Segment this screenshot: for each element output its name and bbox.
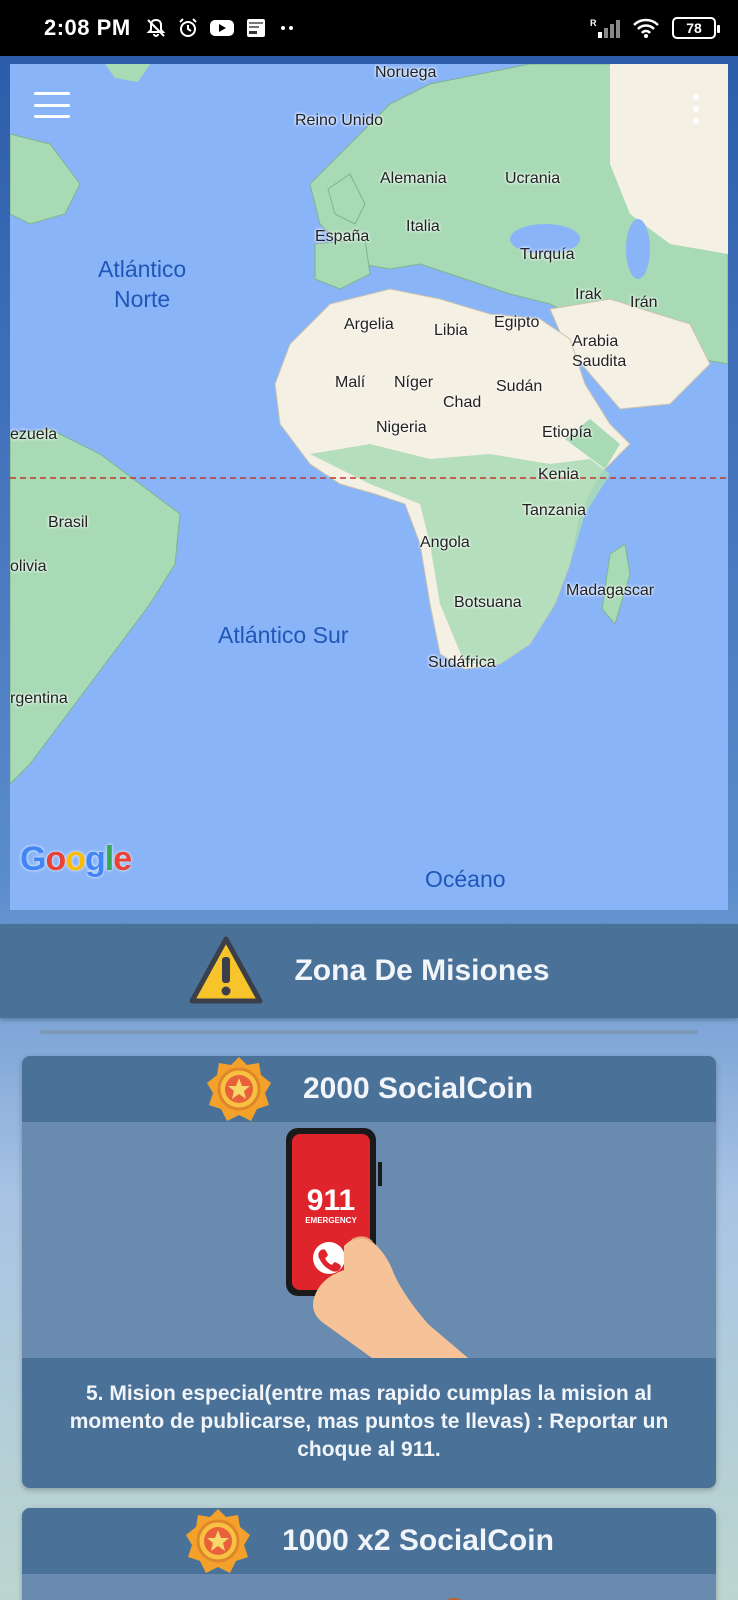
youtube-icon (209, 17, 235, 39)
country-label: Níger (394, 374, 434, 391)
ocean-label: Atlántico Sur (218, 622, 349, 648)
menu-button[interactable] (34, 92, 70, 118)
mission-card[interactable]: 1000 x2 SocialCoin (22, 1508, 716, 1600)
country-label: Sudáfrica (428, 654, 496, 671)
ocean-label: Atlántico Norte (98, 256, 187, 312)
more-options-icon[interactable] (692, 94, 700, 124)
alarm-icon (177, 17, 199, 39)
mission-image (22, 1574, 716, 1600)
country-label: ezuela (10, 426, 58, 443)
country-label: rgentina (10, 690, 68, 707)
country-label: Malí (335, 374, 366, 391)
country-label: Arabia Saudita (572, 333, 627, 370)
country-label: Etiopía (542, 424, 592, 441)
country-label: Irán (630, 294, 658, 311)
medal-star-icon (186, 1509, 251, 1573)
country-label: Egipto (494, 314, 540, 331)
phone-caption-text: EMERGENCY (305, 1216, 357, 1225)
country-label: Tanzania (522, 502, 587, 519)
status-time: 2:08 PM (44, 15, 131, 40)
country-label: Sudán (496, 378, 543, 395)
mission-description: 5. Mision especial(entre mas rapido cump… (22, 1358, 716, 1488)
page-title: Zona De Misiones (294, 954, 550, 987)
country-label: Brasil (48, 514, 89, 531)
mission-reward: 1000 x2 SocialCoin (282, 1524, 554, 1557)
country-label: Kenia (538, 466, 579, 483)
country-label: olivia (10, 558, 47, 575)
mission-zone-header: Zona De Misiones (0, 924, 738, 1018)
mission-card-header: 1000 x2 SocialCoin (22, 1508, 716, 1574)
map-land-layer (10, 64, 728, 785)
google-logo: Google (20, 840, 132, 878)
country-label: Botsuana (454, 594, 522, 611)
country-label: Turquía (520, 246, 575, 263)
mission-card-header: 2000 SocialCoin (22, 1056, 716, 1122)
map-view[interactable]: Atlántico Norte Atlántico Sur Océano Nor… (10, 64, 728, 910)
country-label: Libia (434, 322, 468, 339)
phone-911-emergency-image: 911 EMERGENCY (286, 1128, 468, 1358)
medal-star-icon (206, 1057, 271, 1121)
battery-icon: 78 (672, 17, 720, 39)
warning-icon (189, 936, 263, 1004)
country-label: Italia (406, 218, 440, 235)
divider (40, 1030, 698, 1034)
country-label: Nigeria (376, 419, 427, 436)
svg-text:R: R (590, 18, 597, 28)
country-label: Noruega (375, 64, 437, 81)
country-label: Ucrania (505, 170, 561, 187)
country-label: Argelia (344, 316, 394, 333)
country-label: Alemania (380, 170, 447, 187)
mission-reward: 2000 SocialCoin (302, 1072, 534, 1105)
mission-card[interactable]: 2000 SocialCoin 911 EMERGENCY 5. Mision … (22, 1056, 716, 1488)
ocean-label: Océano (425, 866, 506, 892)
phone-number-text: 911 (307, 1184, 355, 1217)
mission-image: 911 EMERGENCY (22, 1122, 716, 1358)
country-label: Reino Unido (295, 112, 384, 129)
signal-icon: R (590, 17, 620, 39)
mute-bell-icon (145, 17, 167, 39)
notification-preview-icon (245, 17, 267, 39)
wifi-icon (632, 17, 660, 39)
country-label: Madagascar (566, 582, 655, 599)
country-label: Irak (575, 286, 602, 303)
more-dots-icon (277, 17, 299, 39)
status-bar: 2:08 PM R 78 (0, 0, 738, 56)
country-label: España (315, 228, 370, 245)
country-label: Angola (420, 534, 470, 551)
country-label: Chad (443, 394, 482, 411)
